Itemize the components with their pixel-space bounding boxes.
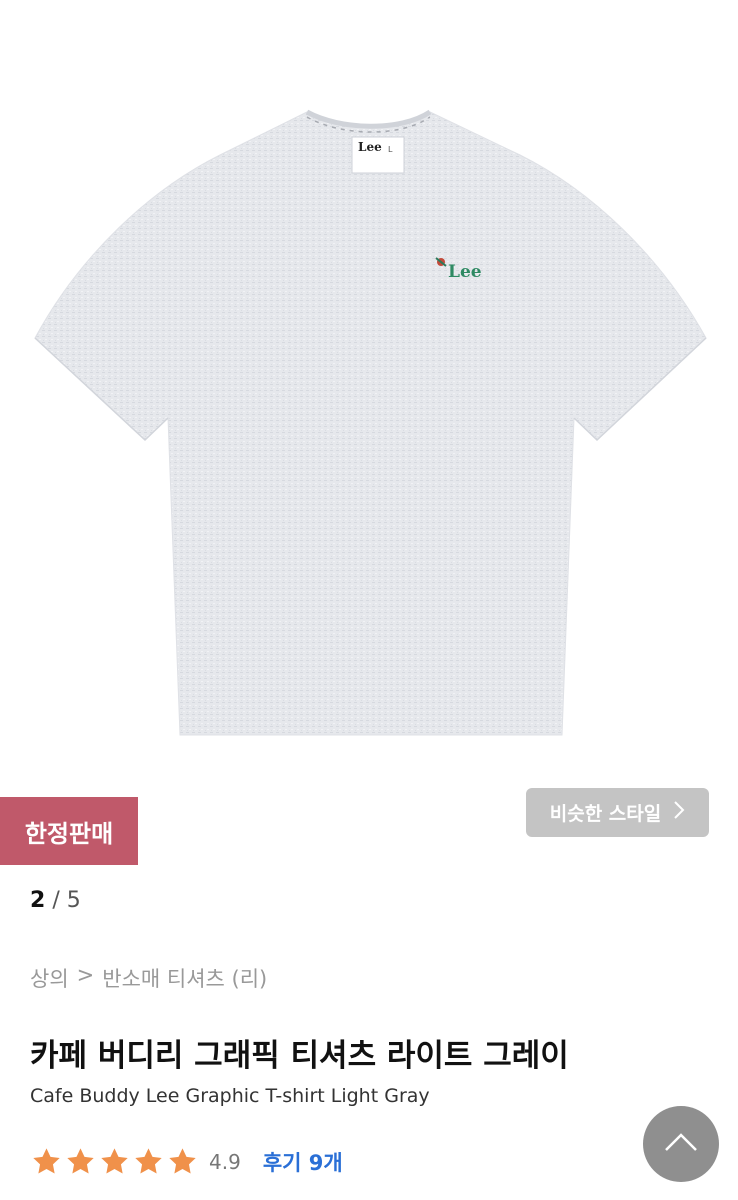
star-icon	[67, 1148, 94, 1174]
image-pagination: 2 / 5	[30, 888, 81, 913]
breadcrumb-separator: >	[76, 963, 95, 987]
similar-style-button[interactable]: 비슷한 스타일	[526, 788, 709, 837]
star-icon	[33, 1148, 60, 1174]
product-subtitle: Cafe Buddy Lee Graphic T-shirt Light Gra…	[30, 1085, 430, 1107]
review-count-link[interactable]: 후기 9개	[263, 1147, 343, 1177]
neck-label-size: L	[388, 145, 393, 154]
star-icon	[101, 1148, 128, 1174]
product-image[interactable]: Lee L Lee	[0, 0, 738, 785]
total-pages: 5	[66, 888, 81, 913]
rating-value: 4.9	[209, 1149, 241, 1174]
page-separator: /	[52, 888, 60, 913]
brand-logo-text: Lee	[448, 262, 482, 282]
rating-stars	[30, 1146, 199, 1177]
scroll-to-top-button[interactable]	[643, 1106, 719, 1182]
chevron-up-icon	[663, 1131, 699, 1157]
similar-style-label: 비슷한 스타일	[549, 803, 662, 825]
breadcrumb: 상의 > 반소매 티셔츠 (리)	[30, 963, 267, 993]
neck-label-brand: Lee	[358, 140, 382, 154]
star-icon	[135, 1148, 162, 1174]
breadcrumb-subcategory[interactable]: 반소매 티셔츠 (리)	[102, 963, 267, 993]
star-icon	[169, 1148, 196, 1174]
limited-sale-label: 한정판매	[24, 819, 114, 848]
breadcrumb-category[interactable]: 상의	[30, 963, 69, 993]
current-page: 2	[30, 888, 46, 913]
limited-sale-badge: 한정판매	[0, 797, 138, 865]
chevron-right-icon	[673, 800, 685, 826]
product-rating: 4.9 후기 9개	[30, 1146, 343, 1177]
product-title: 카페 버디리 그래픽 티셔츠 라이트 그레이	[30, 1038, 569, 1074]
tshirt-body	[34, 111, 707, 736]
